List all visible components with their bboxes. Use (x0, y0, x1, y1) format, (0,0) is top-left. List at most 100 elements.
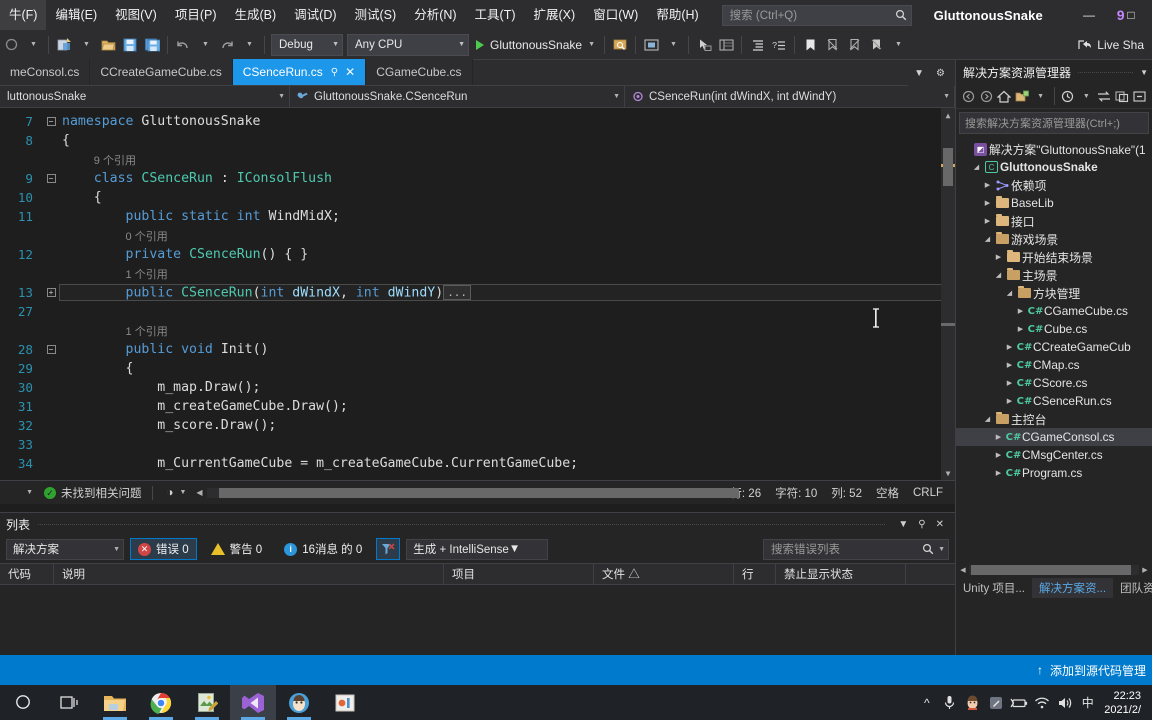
tree-node-2[interactable]: ▶ 依赖项 (956, 176, 1152, 194)
fold-toggle-icon[interactable]: + (42, 288, 60, 297)
live-preview-icon[interactable] (609, 33, 631, 57)
panel-menu-icon[interactable]: ▼ (893, 519, 913, 530)
tree-node-0[interactable]: ◩ 解决方案"GluttonousSnake"(1 (956, 140, 1152, 158)
refresh-icon[interactable] (1113, 86, 1130, 106)
editor-vertical-scrollbar[interactable]: ▲ ▼ (941, 108, 955, 480)
code-line[interactable]: 32 m_score.Draw(); (0, 416, 955, 435)
visual-studio-icon[interactable] (230, 685, 276, 720)
solution-tree[interactable]: ◩ 解决方案"GluttonousSnake"(1 ◢ C GluttonousSna… (956, 137, 1152, 563)
microphone-icon[interactable] (938, 685, 961, 720)
document-tab-0[interactable]: meConsol.cs (0, 59, 91, 85)
code-issues-indicator[interactable]: ✓ 未找到相关问题 (40, 485, 142, 501)
tree-node-5[interactable]: ◢ 游戏场景 (956, 230, 1152, 248)
code-editor[interactable]: 7− namespace GluttonousSnake 8{ 9 个引用 9− cl… (0, 108, 955, 480)
qq-tray-icon[interactable] (961, 685, 984, 720)
indent-lines-icon[interactable] (746, 33, 768, 57)
menu-item-1[interactable]: 编辑(E) (46, 0, 106, 30)
qq-icon[interactable] (276, 685, 322, 720)
menu-item-4[interactable]: 生成(B) (225, 0, 285, 30)
menu-item-0[interactable]: 牛(F) (0, 0, 47, 30)
chevron-right-icon[interactable]: ▶ (1003, 397, 1016, 405)
search-icon[interactable] (0, 685, 46, 720)
tree-node-1[interactable]: ◢ C GluttonousSnake (956, 158, 1152, 176)
next-bookmark-icon[interactable] (843, 33, 865, 57)
tree-node-3[interactable]: ▶ BaseLib (956, 194, 1152, 212)
pen-icon[interactable] (984, 685, 1007, 720)
collapsed-region-ellipsis[interactable]: ... (443, 284, 472, 300)
menu-item-11[interactable]: 帮助(H) (647, 0, 707, 30)
code-line[interactable]: 13 + public CSenceRun(int dWindX, int dWi… (0, 283, 955, 302)
quick-launch-search[interactable]: 搜索 (Ctrl+Q) (721, 4, 912, 26)
codelens-reference[interactable]: 9 个引用 (60, 152, 955, 168)
tree-node-8[interactable]: ◢ 方块管理 (956, 284, 1152, 302)
code-line[interactable]: 9 个引用 (0, 150, 955, 169)
warnings-filter-button[interactable]: 警告 0 (203, 538, 271, 560)
tree-node-16[interactable]: ▶ C# CGameConsol.cs (956, 428, 1152, 446)
redo-dropdown-icon[interactable]: ▼ (238, 33, 260, 57)
chevron-right-icon[interactable]: ▶ (1014, 325, 1027, 333)
scroll-up-icon[interactable]: ▲ (941, 108, 955, 122)
error-scope-combo[interactable]: 解决方案 ▼ (6, 538, 124, 560)
document-tab-1[interactable]: CCreateGameCube.cs (90, 59, 233, 85)
chevron-right-icon[interactable]: ▶ (992, 433, 1005, 441)
chevron-right-icon[interactable]: ▶ (1003, 361, 1016, 369)
tree-node-13[interactable]: ▶ C# CScore.cs (956, 374, 1152, 392)
chevron-down-icon[interactable]: ◢ (1003, 289, 1016, 297)
chevron-right-icon[interactable]: ▶ (992, 451, 1005, 459)
messages-filter-button[interactable]: i 16消息 的 0 (276, 538, 370, 560)
solution-configuration-combo[interactable]: Debug ▼ (271, 33, 343, 56)
ime-indicator[interactable]: 中 (1076, 685, 1099, 720)
scroll-left-icon[interactable]: ◀ (957, 566, 969, 574)
media-icon[interactable] (322, 685, 368, 720)
chevron-down-icon[interactable]: ▼ (934, 546, 945, 553)
pending-changes-icon[interactable] (1059, 86, 1076, 106)
back-nav-icon[interactable] (0, 33, 22, 57)
solution-panel-tab-1[interactable]: 解决方案资... (1031, 578, 1114, 598)
menu-item-6[interactable]: 测试(S) (346, 0, 406, 30)
notepad-icon[interactable] (184, 685, 230, 720)
chevron-right-icon[interactable]: ▶ (981, 217, 994, 225)
tree-node-12[interactable]: ▶ C# CMap.cs (956, 356, 1152, 374)
file-explorer-icon[interactable] (92, 685, 138, 720)
code-line[interactable]: 8{ (0, 131, 955, 150)
code-line[interactable]: 28 − public void Init() (0, 340, 955, 359)
error-column-header-0[interactable]: 代码 (0, 563, 54, 585)
screenshot-icon[interactable] (640, 33, 662, 57)
code-line[interactable]: 29 { (0, 359, 955, 378)
document-tab-3[interactable]: CGameCube.cs (366, 59, 473, 85)
start-debug-button[interactable]: GluttonousSnake ▼ (471, 33, 600, 57)
chevron-down-icon[interactable]: ◢ (981, 415, 994, 423)
chrome-icon[interactable] (138, 685, 184, 720)
screenshot-dropdown-icon[interactable]: ▼ (662, 33, 684, 57)
codelens-reference[interactable]: 1 个引用 (60, 323, 955, 339)
sync-with-active-document-icon[interactable] (1095, 86, 1112, 106)
chevron-right-icon[interactable]: ▶ (981, 199, 994, 207)
fold-toggle-icon[interactable]: − (42, 174, 60, 183)
clock[interactable]: 22:23 2021/2/ (1099, 685, 1148, 720)
se-hscroll-track[interactable] (969, 564, 1139, 575)
chevron-right-icon[interactable]: ▶ (1003, 343, 1016, 351)
error-column-header-3[interactable]: 文件 △ (594, 563, 734, 585)
scroll-right-icon[interactable]: ▶ (1139, 566, 1151, 574)
clear-filter-button[interactable] (376, 538, 401, 560)
chevron-down-icon[interactable]: ◢ (992, 271, 1005, 279)
add-to-source-control-button[interactable]: ↑ 添加到源代码管理 (1037, 662, 1146, 679)
back-nav-dropdown-icon[interactable]: ▼ (22, 33, 44, 57)
undo-icon[interactable] (172, 33, 194, 57)
code-line[interactable]: 30 m_map.Draw(); (0, 378, 955, 397)
clear-bookmarks-icon[interactable] (865, 33, 887, 57)
tree-node-18[interactable]: ▶ C# Program.cs (956, 464, 1152, 482)
chevron-right-icon[interactable]: ▶ (981, 181, 994, 189)
error-column-header-2[interactable]: 项目 (444, 563, 594, 585)
tree-node-9[interactable]: ▶ C# CGameCube.cs (956, 302, 1152, 320)
code-line[interactable]: 34 m_CurrentGameCube = m_createGameCube.… (0, 454, 955, 473)
tree-node-14[interactable]: ▶ C# CSenceRun.cs (956, 392, 1152, 410)
code-line[interactable]: 1 个引用 (0, 321, 955, 340)
new-project-dropdown-icon[interactable]: ▼ (75, 33, 97, 57)
code-line[interactable]: 9 − class CSenceRun : IConsolFlush (0, 169, 955, 188)
show-all-files-dropdown-icon[interactable]: ▼ (1032, 86, 1049, 106)
collapse-all-icon[interactable] (1131, 86, 1148, 106)
pin-icon[interactable]: ⚲ (913, 519, 930, 530)
menu-item-3[interactable]: 项目(P) (166, 0, 226, 30)
editor-horizontal-scrollbar[interactable]: ◀ ▶ (192, 487, 739, 499)
